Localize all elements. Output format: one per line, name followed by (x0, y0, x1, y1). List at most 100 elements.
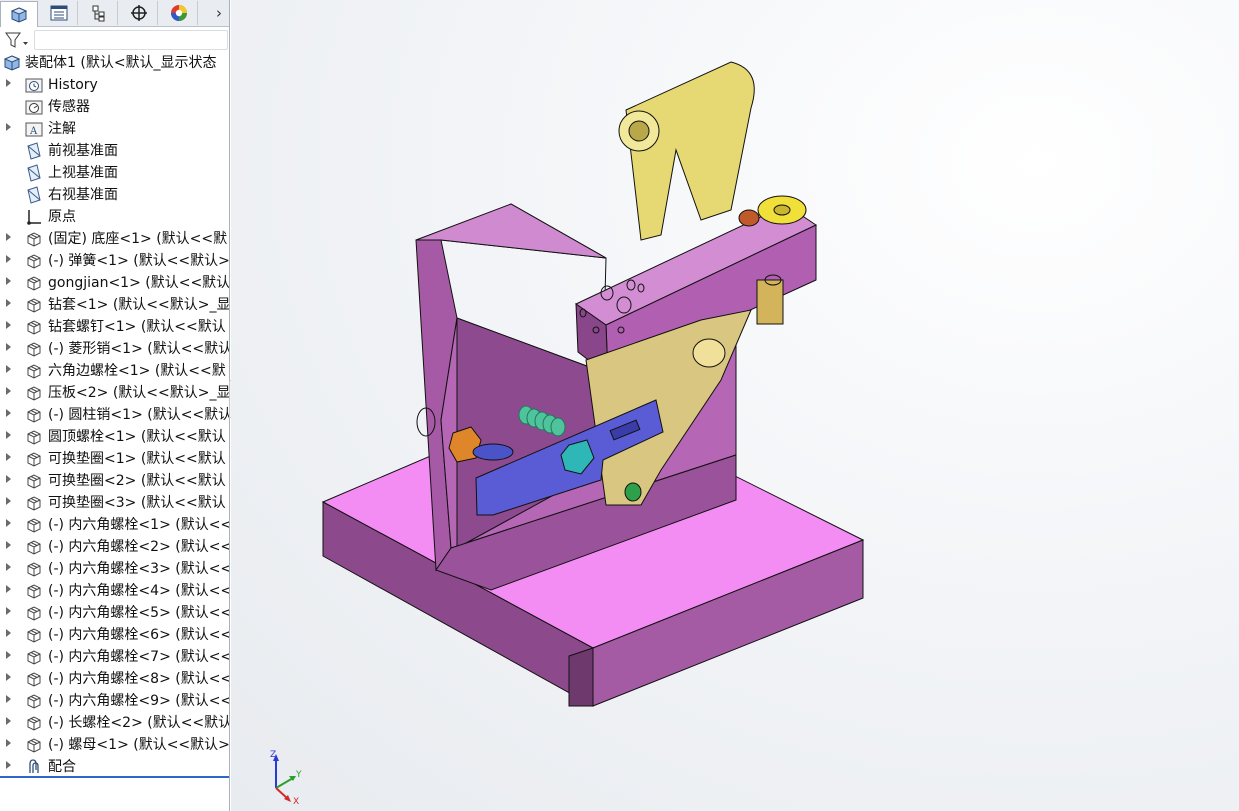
expand-arrow-icon[interactable] (6, 431, 11, 439)
tree-item[interactable]: (固定) 底座<1> (默认<<默 (0, 228, 229, 250)
configuration-manager-icon (92, 5, 104, 22)
tree-filter-input[interactable] (34, 30, 228, 50)
tree-item[interactable]: 上视基准面 (0, 162, 229, 184)
tree-item-label: 压板<2> (默认<<默认>_显 (48, 385, 230, 401)
tree-item-label: (-) 内六角螺栓<8> (默认<< (48, 671, 230, 687)
plane-icon (25, 142, 43, 160)
expand-arrow-icon[interactable] (6, 387, 11, 395)
tree-item[interactable]: 传感器 (0, 96, 229, 118)
configuration-manager-tab[interactable] (80, 1, 118, 25)
tree-item[interactable]: (-) 内六角螺栓<4> (默认<< (0, 580, 229, 602)
expand-arrow-icon[interactable] (6, 299, 11, 307)
tree-item[interactable]: (-) 螺母<1> (默认<<默认> (0, 734, 229, 756)
tree-item[interactable]: (-) 圆柱销<1> (默认<<默认 (0, 404, 229, 426)
panel-tabs: › (0, 0, 229, 27)
tree-item[interactable]: 可换垫圈<2> (默认<<默认 (0, 470, 229, 492)
feature-manager-tab[interactable] (0, 1, 38, 27)
tree-item[interactable]: gongjian<1> (默认<<默认 (0, 272, 229, 294)
tree-item-label: 钻套<1> (默认<<默认>_显 (48, 297, 230, 313)
tree-item[interactable]: 右视基准面 (0, 184, 229, 206)
tree-item[interactable]: 圆顶螺栓<1> (默认<<默认 (0, 426, 229, 448)
expand-arrow-icon[interactable] (6, 717, 11, 725)
bushing-sleeve (756, 279, 784, 325)
tree-item-label: 可换垫圈<1> (默认<<默认 (48, 451, 226, 467)
display-manager-tab[interactable] (160, 1, 198, 25)
expand-arrow-icon[interactable] (6, 453, 11, 461)
sensor-folder-icon (25, 98, 43, 116)
tree-item[interactable]: (-) 菱形销<1> (默认<<默认 (0, 338, 229, 360)
expand-arrow-icon[interactable] (6, 563, 11, 571)
property-manager-tab[interactable] (40, 1, 78, 25)
axis-triad-icon: Z Y X (270, 750, 302, 807)
tree-item[interactable]: (-) 内六角螺栓<1> (默认<< (0, 514, 229, 536)
graphics-viewport[interactable] (231, 0, 1239, 811)
part-icon (25, 604, 43, 622)
dimxpert-manager-tab[interactable] (120, 1, 158, 25)
tree-item-label: History (48, 77, 98, 93)
tree-item[interactable]: (-) 内六角螺栓<8> (默认<< (0, 668, 229, 690)
expand-arrow-icon[interactable] (6, 79, 11, 87)
part-icon (25, 340, 43, 358)
tree-item-label: (-) 圆柱销<1> (默认<<默认 (48, 407, 230, 423)
part-icon (25, 714, 43, 732)
tree-item[interactable]: History (0, 74, 229, 96)
expand-arrow-icon[interactable] (6, 585, 11, 593)
tree-item[interactable]: (-) 内六角螺栓<3> (默认<< (0, 558, 229, 580)
annotation-folder-icon: A (25, 120, 43, 138)
part-icon (25, 274, 43, 292)
tree-item[interactable]: (-) 弹簧<1> (默认<<默认> (0, 250, 229, 272)
tree-item-label: 可换垫圈<2> (默认<<默认 (48, 473, 226, 489)
expand-arrow-icon[interactable] (6, 629, 11, 637)
expand-arrow-icon[interactable] (6, 343, 11, 351)
expand-arrow-icon[interactable] (6, 365, 11, 373)
expand-arrow-icon[interactable] (6, 541, 11, 549)
bushing-screw (738, 209, 760, 227)
tree-item[interactable]: (-) 长螺栓<2> (默认<<默认 (0, 712, 229, 734)
expand-arrow-icon[interactable] (6, 497, 11, 505)
base-plate-step (568, 647, 594, 707)
tree-item[interactable]: 配合 (0, 756, 229, 778)
tree-item[interactable]: 可换垫圈<1> (默认<<默认 (0, 448, 229, 470)
expand-arrow-icon[interactable] (6, 321, 11, 329)
tree-item[interactable]: 钻套螺钉<1> (默认<<默认 (0, 316, 229, 338)
tree-item-label: 前视基准面 (48, 143, 118, 159)
expand-arrow-icon[interactable] (6, 651, 11, 659)
expand-arrow-icon[interactable] (6, 673, 11, 681)
expand-arrow-icon[interactable] (6, 123, 11, 131)
part-icon (25, 362, 43, 380)
expand-arrow-icon[interactable] (6, 475, 11, 483)
expand-arrow-icon[interactable] (6, 739, 11, 747)
tree-item[interactable]: A 注解 (0, 118, 229, 140)
tree-item-label: 传感器 (48, 99, 90, 115)
tree-item[interactable]: (-) 内六角螺栓<7> (默认<< (0, 646, 229, 668)
expand-arrow-icon[interactable] (6, 519, 11, 527)
expand-arrow-icon[interactable] (6, 607, 11, 615)
tree-item[interactable]: (-) 内六角螺栓<5> (默认<< (0, 602, 229, 624)
tree-item[interactable]: 可换垫圈<3> (默认<<默认 (0, 492, 229, 514)
feature-manager-panel: › 装配体1 (默认<默认_显示状态 History 传感器 A 注解前视基准面上视基准… (0, 0, 230, 811)
tree-scroll-separator (0, 776, 229, 778)
tree-item[interactable]: 钻套<1> (默认<<默认>_显 (0, 294, 229, 316)
assembly-model (321, 61, 865, 707)
crosshair-icon (130, 5, 147, 21)
expand-arrow-icon[interactable] (6, 409, 11, 417)
more-tabs-chevron-icon[interactable]: › (210, 2, 228, 24)
assembly-icon (3, 54, 21, 72)
coordinate-triad: Z Y X (266, 748, 306, 807)
tree-item[interactable]: 压板<2> (默认<<默认>_显 (0, 382, 229, 404)
expand-arrow-icon[interactable] (6, 233, 11, 241)
part-icon (25, 626, 43, 644)
tree-item[interactable]: 六角边螺栓<1> (默认<<默 (0, 360, 229, 382)
tree-root-assembly[interactable]: 装配体1 (默认<默认_显示状态 (0, 52, 229, 74)
display-manager-icon (170, 5, 187, 21)
expand-arrow-icon[interactable] (6, 277, 11, 285)
tree-item[interactable]: (-) 内六角螺栓<2> (默认<< (0, 536, 229, 558)
expand-arrow-icon[interactable] (6, 761, 11, 769)
tree-item[interactable]: (-) 内六角螺栓<6> (默认<< (0, 624, 229, 646)
tree-item[interactable]: (-) 内六角螺栓<9> (默认<< (0, 690, 229, 712)
tree-item[interactable]: 前视基准面 (0, 140, 229, 162)
expand-arrow-icon[interactable] (6, 695, 11, 703)
filter-button[interactable] (4, 30, 30, 50)
expand-arrow-icon[interactable] (6, 255, 11, 263)
tree-item[interactable]: 原点 (0, 206, 229, 228)
